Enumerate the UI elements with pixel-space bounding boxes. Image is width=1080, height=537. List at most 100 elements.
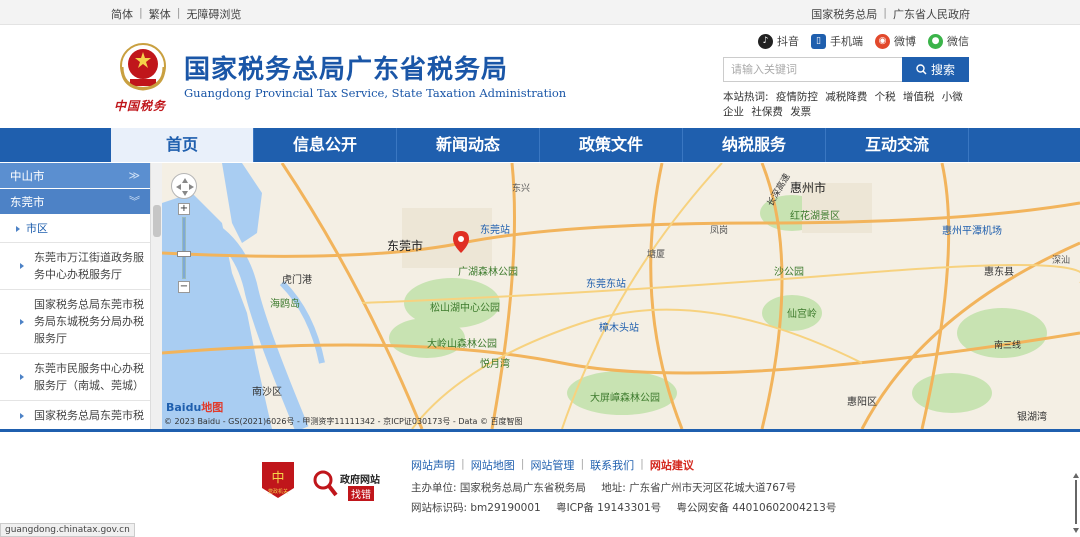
office-label: 国家税务总局东莞市税务局东城税务分局办税服务厅 (34, 298, 144, 345)
nav-info-disclosure[interactable]: 信息公开 (254, 128, 397, 162)
scrollbar-thumb[interactable] (153, 205, 161, 237)
weibo-link[interactable]: ◉ 微博 (875, 33, 916, 49)
gov-site-error-badge[interactable]: 政府网站 找错 (312, 469, 392, 509)
map-label-dongguan: 东莞市 (387, 239, 424, 253)
search-box: 搜索 (723, 57, 969, 82)
search-button[interactable]: 搜索 (902, 57, 969, 82)
nav-policy[interactable]: 政策文件 (540, 128, 683, 162)
map-label-songshan: 松山湖中心公园 (430, 303, 500, 314)
map-label-fenggang: 凤岗 (710, 226, 729, 236)
map-label-xiangongling: 仙宫岭 (787, 309, 817, 320)
sidebar-scrollbar[interactable] (150, 163, 162, 429)
map-pan-icon[interactable] (171, 173, 197, 199)
divider: | (461, 457, 465, 470)
map-controls: + − (171, 173, 197, 293)
party-gov-badge-icon[interactable]: 中 党政机关 (260, 460, 296, 500)
baidu-map[interactable]: 东莞市 惠州市 南沙区 惠阳区 惠东县 东莞东站 东莞站 樟木头站 松山湖中心公… (162, 163, 1080, 429)
accessibility-link[interactable]: 无障碍浏览 (186, 6, 241, 22)
divider: | (139, 6, 143, 19)
sponsor-label: 主办单位: (411, 482, 457, 494)
map-label-dongguan-station: 东莞站 (480, 225, 510, 236)
footer-link-suggestion[interactable]: 网站建议 (650, 457, 694, 473)
site-subtitle: Guangdong Provincial Tax Service, State … (184, 86, 567, 100)
city-label: 中山市 (10, 169, 45, 183)
sidebar-office-item[interactable]: 东莞市民服务中心办税服务厅（南城、莞城） (0, 354, 150, 401)
site-title[interactable]: 国家税务总局广东省税务局 (184, 49, 508, 86)
hot-word[interactable]: 疫情防控 (776, 91, 818, 103)
hot-word[interactable]: 减税降费 (825, 91, 867, 103)
tax-emblem-icon[interactable] (114, 39, 172, 97)
footer-link-sitemap[interactable]: 网站地图 (471, 457, 515, 473)
footer-link-statement[interactable]: 网站声明 (411, 457, 455, 473)
sidebar-district[interactable]: 市区 (0, 215, 150, 243)
search-icon (916, 64, 927, 75)
map-label-shenshan: 深汕 (1052, 256, 1071, 266)
baidu-map-logo: Baidu地图 (166, 399, 223, 415)
icp-record[interactable]: 粤ICP备 19143301号 (556, 502, 661, 514)
triangle-right-icon (16, 225, 20, 232)
weibo-label: 微博 (894, 35, 916, 48)
divider: | (520, 457, 525, 470)
police-record[interactable]: 粤公网安备 44010602004213号 (676, 502, 836, 514)
triangle-right-icon (20, 263, 24, 269)
weibo-icon: ◉ (875, 33, 890, 49)
badge-glyph: 中 (271, 471, 284, 486)
magnifier-icon (313, 470, 338, 497)
map-label-honghuahu: 红花湖景区 (790, 211, 840, 222)
gd-gov-link[interactable]: 广东省人民政府 (893, 6, 970, 22)
sponsor-value: 国家税务总局广东省税务局 (459, 482, 586, 494)
footer-links: 网站声明 | 网站地图 | 网站管理 | 联系我们 | 网站建议 (411, 457, 694, 473)
map-label-nansanxian: 南三线 (994, 341, 1022, 351)
hot-word[interactable]: 发票 (790, 106, 811, 118)
sidebar-office-item[interactable]: 国家税务总局东莞市税务局东城税务分局办税服务厅 (0, 290, 150, 354)
zoom-track[interactable] (182, 217, 186, 279)
baidu-brand-cn: 地图 (201, 401, 224, 414)
office-sidebar: 中山市 ≫ 东莞市 ︾ 市区 东莞市万江街道政务服务中心办税服务厅 国家税务总局… (0, 163, 150, 429)
sidebar-office-item[interactable]: 东莞市万江街道政务服务中心办税服务厅 (0, 243, 150, 290)
badge2-line1: 政府网站 (340, 475, 380, 486)
search-button-label: 搜索 (930, 63, 955, 77)
map-label-dongxing: 东兴 (512, 184, 531, 194)
sidebar-city-dongguan[interactable]: 东莞市 ︾ (0, 189, 150, 215)
simplified-link[interactable]: 简体 (111, 6, 133, 22)
site-header: 中国税务 国家税务总局广东省税务局 Guangdong Provincial T… (0, 25, 1080, 127)
sidebar-city-zhongshan[interactable]: 中山市 ≫ (0, 163, 150, 189)
zoom-knob[interactable] (177, 251, 191, 257)
page-scrollbar[interactable] (1072, 471, 1080, 535)
map-zoom-slider[interactable]: + − (177, 203, 191, 303)
douyin-icon: ♪ (758, 33, 773, 49)
office-label: 东莞市民服务中心办税服务厅（南城、莞城） (34, 362, 144, 392)
city-label: 东莞市 (10, 195, 45, 209)
district-label: 市区 (26, 222, 48, 235)
footer-link-contact[interactable]: 联系我们 (590, 457, 634, 473)
baidu-brand: Baidu (166, 401, 202, 414)
hot-word[interactable]: 个税 (875, 91, 896, 103)
map-label-haiou: 海鸥岛 (270, 299, 300, 310)
zoom-in-icon[interactable]: + (178, 203, 190, 215)
nav-news[interactable]: 新闻动态 (397, 128, 540, 162)
address-value: 广东省广州市天河区花城大道767号 (629, 482, 797, 494)
hot-word[interactable]: 增值税 (903, 91, 935, 103)
triangle-right-icon (20, 318, 24, 325)
china-tax-logo-text: 中国税务 (114, 99, 167, 113)
map-label-shagong: 沙公园 (774, 267, 804, 278)
main-nav: 首页 信息公开 新闻动态 政策文件 纳税服务 互动交流 (0, 128, 1080, 162)
hot-word[interactable]: 社保费 (751, 106, 783, 118)
zoom-out-icon[interactable]: − (178, 281, 190, 293)
nav-home[interactable]: 首页 (111, 128, 254, 162)
footer-link-management[interactable]: 网站管理 (530, 457, 574, 473)
wechat-icon: ● (928, 33, 943, 49)
douyin-link[interactable]: ♪ 抖音 (758, 33, 799, 49)
map-copyright: © 2023 Baidu - GS(2021)6026号 - 甲测资字11111… (164, 417, 523, 426)
mobile-link[interactable]: ▯ 手机端 (811, 33, 863, 49)
sidebar-office-item[interactable]: 国家税务总局东莞市税 (0, 401, 150, 429)
search-input[interactable] (723, 57, 902, 82)
traditional-link[interactable]: 繁体 (149, 6, 171, 22)
office-label: 国家税务总局东莞市税 (34, 409, 144, 422)
sta-link[interactable]: 国家税务总局 (811, 6, 877, 22)
badge1-text: 党政机关 (268, 488, 288, 495)
triangle-right-icon (20, 412, 24, 419)
nav-tax-service[interactable]: 纳税服务 (683, 128, 826, 162)
nav-interaction[interactable]: 互动交流 (826, 128, 969, 162)
wechat-link[interactable]: ● 微信 (928, 33, 969, 49)
